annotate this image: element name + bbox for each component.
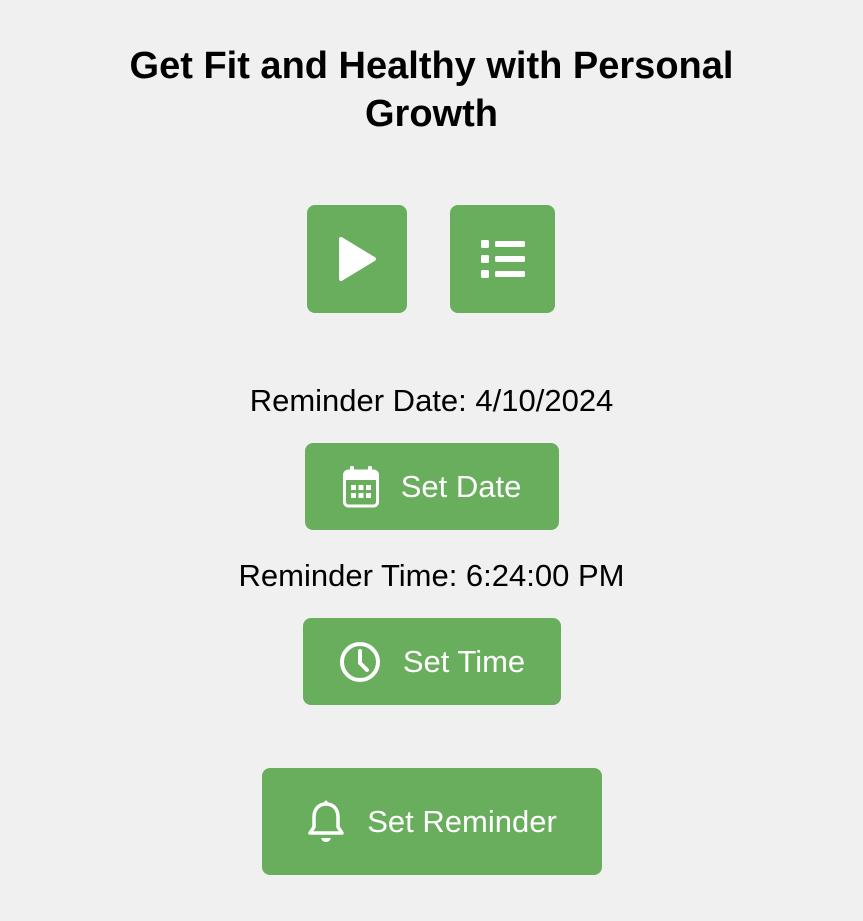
clock-icon <box>339 641 381 683</box>
set-reminder-label: Set Reminder <box>367 803 557 839</box>
set-time-label: Set Time <box>402 643 526 679</box>
list-button[interactable] <box>450 205 555 313</box>
reminder-time-text: Reminder Time: 6:24:00 PM <box>238 558 625 593</box>
play-button[interactable] <box>307 205 407 313</box>
app-screen: Get Fit and Healthy with Personal Growth… <box>0 0 863 921</box>
set-reminder-button[interactable]: Set Reminder <box>262 768 602 875</box>
set-date-label: Set Date <box>400 468 522 504</box>
reminder-date-text: Reminder Date: 4/10/2024 <box>249 383 614 418</box>
page-title: Get Fit and Healthy with Personal Growth <box>129 45 734 135</box>
calendar-icon <box>342 465 379 508</box>
bell-icon <box>307 800 345 844</box>
play-icon <box>337 236 377 282</box>
set-date-button[interactable]: Set Date <box>305 443 559 530</box>
list-icon <box>480 240 525 278</box>
set-time-button[interactable]: Set Time <box>303 618 561 705</box>
